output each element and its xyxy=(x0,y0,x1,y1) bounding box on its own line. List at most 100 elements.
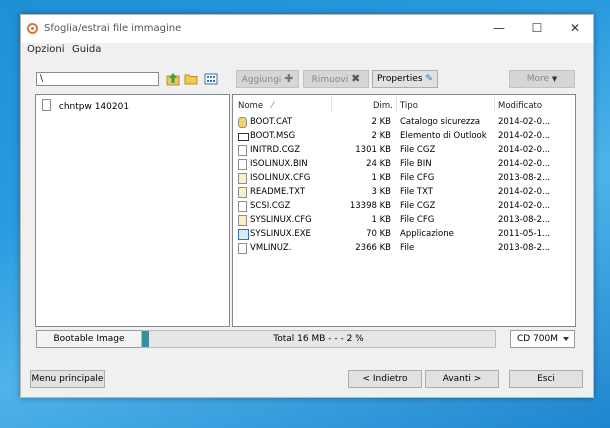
file-size: 70 KB xyxy=(366,229,391,239)
file-list[interactable]: Nome ⁄ Dim. Tipo Modificato BOOT.CAT 2 KB… xyxy=(232,94,576,327)
file-modified: 2014-02-0... xyxy=(498,159,551,169)
disc-image-icon xyxy=(42,99,51,111)
column-modified-header[interactable]: Modificato xyxy=(498,101,542,111)
size-progress-bar: Total 16 MB - - - 2 % xyxy=(141,330,496,348)
file-size: 24 KB xyxy=(366,159,391,169)
column-type-header[interactable]: Tipo xyxy=(400,101,418,111)
file-row[interactable]: ISOLINUX.BIN 24 KB File BIN 2014-02-0... xyxy=(233,158,573,172)
file-type: File BIN xyxy=(400,159,432,169)
file-row[interactable]: BOOT.MSG 2 KB Elemento di Outlook 2014-02-0… xyxy=(233,130,573,144)
config-file-icon xyxy=(238,173,247,184)
catalog-icon xyxy=(238,117,247,128)
open-folder-icon[interactable] xyxy=(184,72,198,86)
file-row[interactable]: ISOLINUX.CFG 1 KB File CFG 2013-08-2... xyxy=(233,172,573,186)
file-name: README.TXT xyxy=(250,187,306,197)
maximize-button[interactable]: ☐ xyxy=(523,19,551,37)
file-type: File xyxy=(400,243,415,253)
more-button[interactable]: More ▼ xyxy=(509,70,575,88)
file-name: ISOLINUX.BIN xyxy=(250,159,308,169)
file-size: 1301 KB xyxy=(355,145,391,155)
file-size: 2 KB xyxy=(371,117,391,127)
menu-bar: Opzioni Guida xyxy=(21,43,593,59)
path-input[interactable]: \ xyxy=(36,72,159,86)
remove-label: Rimuovi xyxy=(311,75,349,85)
remove-button[interactable]: Rimuovi ✖ xyxy=(303,70,369,88)
config-file-icon xyxy=(238,215,247,226)
file-row[interactable]: INITRD.CGZ 1301 KB File CGZ 2014-02-0... xyxy=(233,144,573,158)
window-title: Sfoglia/estrai file immagine xyxy=(44,23,182,34)
folder-tree[interactable]: chntpw 140201 xyxy=(35,94,230,327)
mail-icon xyxy=(238,133,249,141)
properties-label: Properties xyxy=(377,74,423,84)
file-icon xyxy=(238,201,247,212)
column-name-header[interactable]: Nome ⁄ xyxy=(238,101,273,111)
go-up-folder-icon[interactable] xyxy=(166,72,180,86)
file-row[interactable]: SYSLINUX.EXE 70 KB Applicazione 2011-05-1..… xyxy=(233,228,573,242)
add-button[interactable]: Aggiungi ✚ xyxy=(236,70,299,88)
next-button[interactable]: Avanti > xyxy=(425,370,499,388)
file-type: Applicazione xyxy=(400,229,454,239)
file-size: 2 KB xyxy=(371,131,391,141)
file-name: INITRD.CGZ xyxy=(250,145,301,155)
file-modified: 2013-08-2... xyxy=(498,215,551,225)
file-size: 13398 KB xyxy=(349,201,391,211)
text-file-icon xyxy=(238,187,247,198)
file-icon xyxy=(238,243,247,254)
add-label: Aggiungi xyxy=(241,75,282,85)
file-size: 2366 KB xyxy=(355,243,391,253)
app-logo-icon xyxy=(27,23,38,34)
add-plus-icon: ✚ xyxy=(284,72,294,85)
app-window: Sfoglia/estrai file immagine — ☐ ✕ Opzio… xyxy=(20,14,594,398)
file-type: File CFG xyxy=(400,173,435,183)
close-button[interactable]: ✕ xyxy=(561,19,589,37)
file-size: 3 KB xyxy=(371,187,391,197)
properties-button[interactable]: Properties ✎ xyxy=(372,70,438,88)
column-size-header[interactable]: Dim. xyxy=(373,101,393,111)
file-type: File TXT xyxy=(400,187,433,197)
file-modified: 2014-02-0... xyxy=(498,145,551,155)
menu-options[interactable]: Opzioni xyxy=(27,44,64,55)
file-row[interactable]: SCSI.CGZ 13398 KB File CGZ 2014-02-0... xyxy=(233,200,573,214)
file-modified: 2014-02-0... xyxy=(498,131,551,141)
minimize-button[interactable]: — xyxy=(485,19,513,37)
tree-root-label: chntpw 140201 xyxy=(58,102,130,112)
exe-icon xyxy=(238,229,249,240)
properties-doc-icon: ✎ xyxy=(425,74,433,84)
file-icon xyxy=(238,159,247,170)
file-icon xyxy=(238,145,247,156)
progress-text: Total 16 MB - - - 2 % xyxy=(273,334,364,344)
file-name: SYSLINUX.CFG xyxy=(250,215,312,225)
bootable-image-button[interactable]: Bootable Image xyxy=(36,330,142,348)
media-size-select[interactable]: CD 700M xyxy=(510,330,575,348)
column-name-label: Nome xyxy=(238,101,264,111)
file-row[interactable]: README.TXT 3 KB File TXT 2014-02-0... xyxy=(233,186,573,200)
file-type: File CFG xyxy=(400,215,435,225)
back-button[interactable]: < Indietro xyxy=(348,370,422,388)
file-row[interactable]: SYSLINUX.CFG 1 KB File CFG 2013-08-2... xyxy=(233,214,573,228)
remove-x-icon: ✖ xyxy=(351,72,361,85)
title-bar: Sfoglia/estrai file immagine — ☐ ✕ xyxy=(21,15,593,43)
exit-button[interactable]: Esci xyxy=(509,370,583,388)
file-modified: 2013-08-2... xyxy=(498,243,551,253)
file-type: File CGZ xyxy=(400,201,436,211)
view-details-icon[interactable] xyxy=(204,72,218,86)
file-size: 1 KB xyxy=(371,173,391,183)
menu-help[interactable]: Guida xyxy=(72,44,101,55)
file-row[interactable]: BOOT.CAT 2 KB Catalogo sicurezza 2014-02-0.… xyxy=(233,116,573,130)
file-name: BOOT.CAT xyxy=(250,117,293,127)
file-modified: 2014-02-0... xyxy=(498,117,551,127)
main-menu-button[interactable]: Menu principale xyxy=(30,370,105,388)
file-type: Elemento di Outlook xyxy=(400,131,487,141)
file-row[interactable]: VMLINUZ. 2366 KB File 2013-08-2... xyxy=(233,242,573,256)
more-label: More xyxy=(526,74,550,84)
file-type: File CGZ xyxy=(400,145,436,155)
file-name: BOOT.MSG xyxy=(250,131,296,141)
dropdown-arrow-icon xyxy=(563,337,569,341)
file-size: 1 KB xyxy=(371,215,391,225)
file-modified: 2014-02-0... xyxy=(498,201,551,211)
file-name: ISOLINUX.CFG xyxy=(250,173,311,183)
tree-root-item[interactable]: chntpw 140201 xyxy=(42,99,129,112)
file-modified: 2013-08-2... xyxy=(498,173,551,183)
file-name: SCSI.CGZ xyxy=(250,201,291,211)
file-name: VMLINUZ. xyxy=(250,243,292,253)
